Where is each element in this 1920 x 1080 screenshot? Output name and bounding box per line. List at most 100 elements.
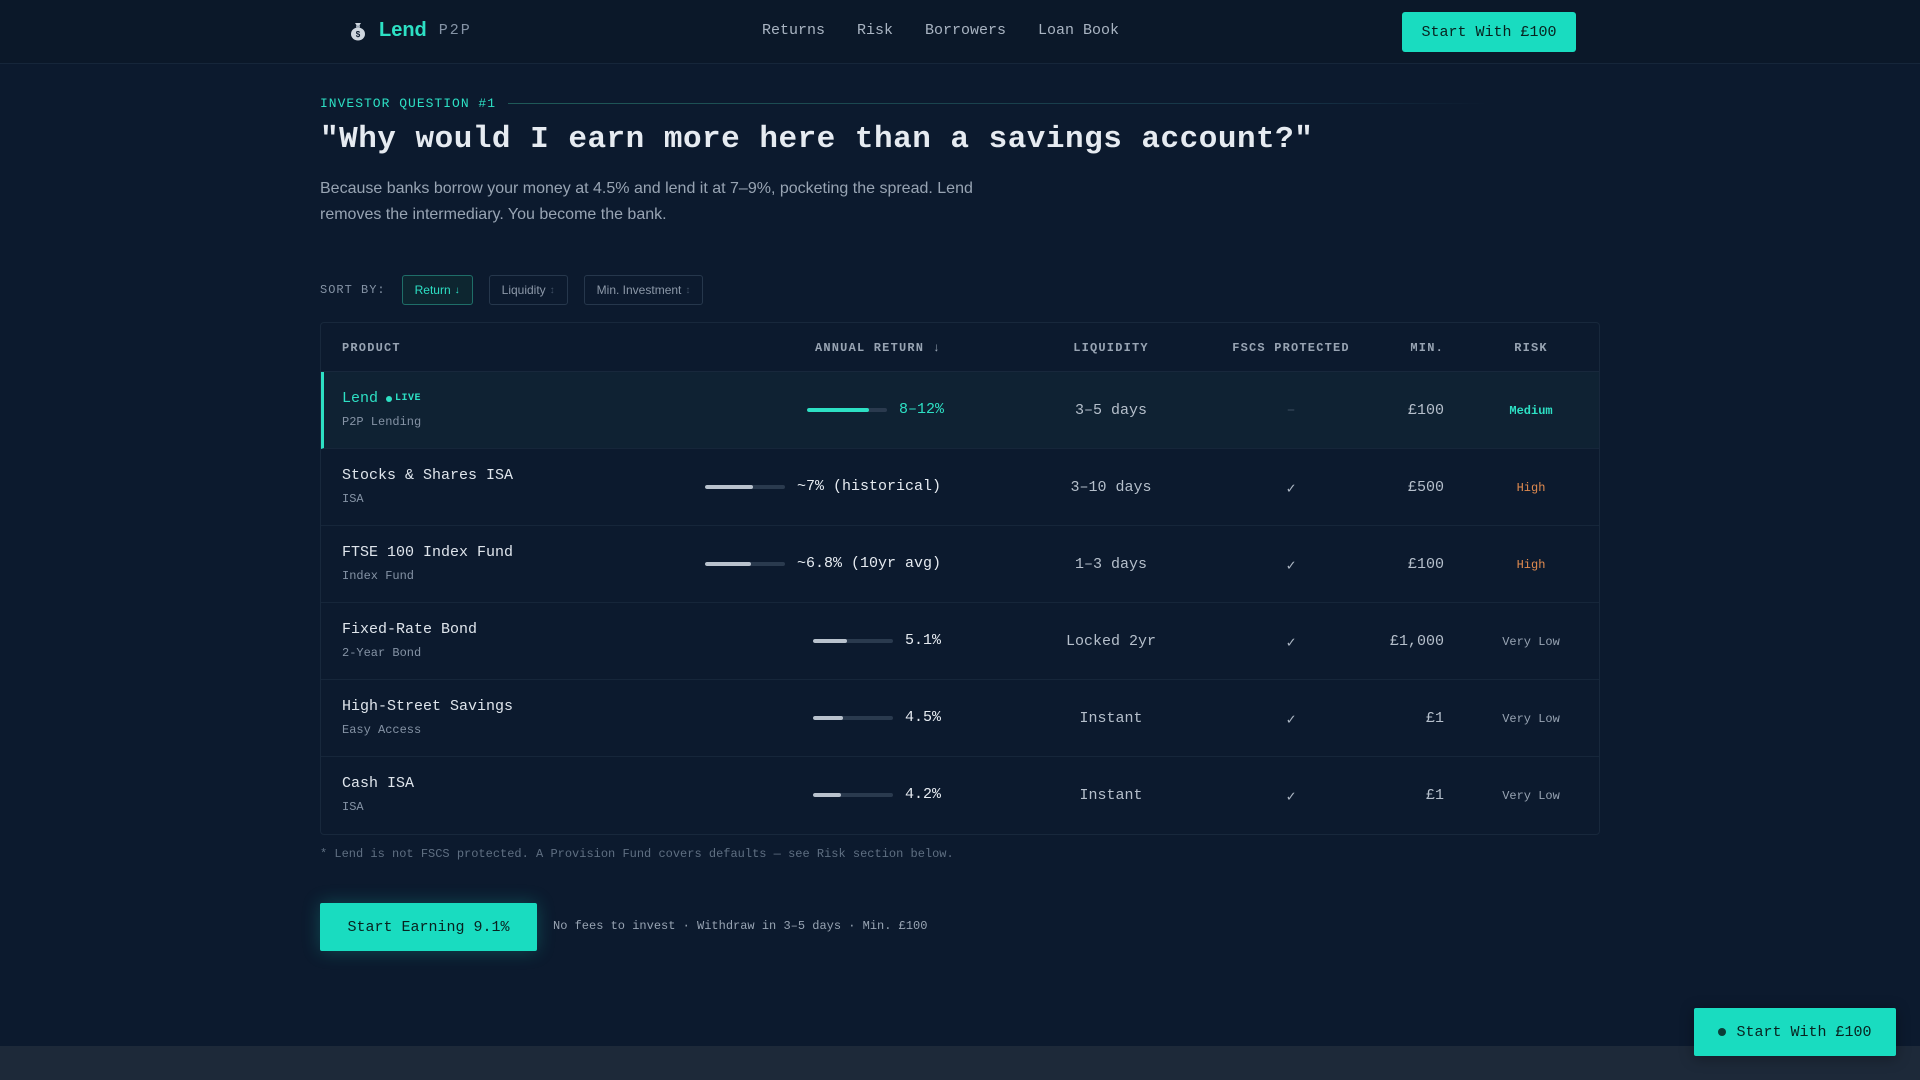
return-cell: 5.1% xyxy=(812,632,941,649)
min-value: £100 xyxy=(1407,556,1444,573)
return-bar-fill xyxy=(704,484,753,489)
live-dot-icon xyxy=(386,395,393,402)
eyebrow-divider xyxy=(508,103,1490,104)
product-name: FTSE 100 Index Fund xyxy=(342,544,514,561)
return-bar xyxy=(704,561,785,566)
product-category: Easy Access xyxy=(342,723,422,737)
fscs-check-icon: ✓ xyxy=(1286,789,1296,806)
return-bar xyxy=(812,638,893,643)
page-bottom-band xyxy=(0,1046,1920,1080)
product-category: Index Fund xyxy=(342,569,415,583)
nav-links: Returns Risk Borrowers Loan Book xyxy=(762,22,1119,39)
product-name: High-Street Savings xyxy=(342,698,514,715)
nav-link-returns[interactable]: Returns xyxy=(762,22,825,39)
brand-name: Lend xyxy=(379,19,427,41)
hero-subcopy: Because banks borrow your money at 4.5% … xyxy=(320,180,973,223)
min-value: £1 xyxy=(1425,710,1444,727)
return-value: ~7% (historical) xyxy=(796,478,941,495)
fscs-check-icon: ✓ xyxy=(1286,635,1296,652)
return-bar-fill xyxy=(812,792,841,797)
product-category: 2-Year Bond xyxy=(342,646,422,660)
nav-link-risk[interactable]: Risk xyxy=(857,22,893,39)
fscs-check-icon: ✓ xyxy=(1286,481,1296,498)
return-cell: 4.5% xyxy=(812,709,941,726)
table-row[interactable]: FTSE 100 Index Fund Index Fund ~6.8% (10… xyxy=(321,526,1599,603)
return-cell: 8–12% xyxy=(806,401,944,418)
return-bar xyxy=(812,715,893,720)
product-name: Cash ISA xyxy=(342,775,415,792)
fscs-value: – xyxy=(1286,402,1296,419)
fscs-check-icon: ✓ xyxy=(1286,712,1296,729)
return-cell: 4.2% xyxy=(812,786,941,803)
sort-chip-return[interactable]: Return ↓ xyxy=(401,275,473,305)
risk-value: Medium xyxy=(1509,404,1553,418)
return-bar-fill xyxy=(812,638,848,643)
sort-chip-min-investment[interactable]: Min. Investment ↕ xyxy=(583,275,704,305)
sort-updown-icon: ↕ xyxy=(549,284,555,296)
product-name-text: Lend xyxy=(342,390,379,407)
liquidity-value: 3–10 days xyxy=(1070,479,1152,496)
return-bar xyxy=(704,484,785,489)
header-product[interactable]: PRODUCT xyxy=(342,341,401,355)
product-category: ISA xyxy=(342,492,364,506)
floating-start-button[interactable]: Start With £100 xyxy=(1694,1008,1896,1056)
brand-tag: P2P xyxy=(438,22,472,39)
cta-note: No fees to invest · Withdraw in 3–5 days… xyxy=(553,919,928,933)
liquidity-value: Locked 2yr xyxy=(1065,633,1156,650)
brand-logo[interactable]: $ Lend P2P xyxy=(349,19,472,42)
return-value: ~6.8% (10yr avg) xyxy=(796,555,941,572)
return-bar-fill xyxy=(704,561,751,566)
min-value: £500 xyxy=(1407,479,1444,496)
fscs-check-icon: ✓ xyxy=(1286,558,1296,575)
product-category: ISA xyxy=(342,800,364,814)
table-row[interactable]: Fixed-Rate Bond 2-Year Bond 5.1% Locked … xyxy=(321,603,1599,680)
top-nav: $ Lend P2P Returns Risk Borrowers Loan B… xyxy=(0,0,1920,64)
risk-value: Very Low xyxy=(1502,635,1560,649)
eyebrow-label: INVESTOR QUESTION #1 xyxy=(320,96,497,111)
min-value: £1,000 xyxy=(1389,633,1444,650)
nav-link-borrowers[interactable]: Borrowers xyxy=(925,22,1006,39)
product-category: P2P Lending xyxy=(342,415,422,429)
table-row[interactable]: Lend LIVE P2P Lending 8–12% 3–5 days – £… xyxy=(321,372,1599,449)
table-row[interactable]: Cash ISA ISA 4.2% Instant ✓ £1 Very Low xyxy=(321,757,1599,834)
return-value: 4.5% xyxy=(904,709,941,726)
risk-value: High xyxy=(1516,558,1546,572)
fscs-footnote: * Lend is not FSCS protected. A Provisio… xyxy=(320,847,954,861)
product-name: Fixed-Rate Bond xyxy=(342,621,478,638)
table-row[interactable]: Stocks & Shares ISA ISA ~7% (historical)… xyxy=(321,449,1599,526)
sort-down-icon: ↓ xyxy=(454,284,460,296)
nav-link-loan-book[interactable]: Loan Book xyxy=(1038,22,1119,39)
min-value: £100 xyxy=(1407,402,1444,419)
header-risk: RISK xyxy=(1514,341,1548,355)
sort-updown-icon: ↕ xyxy=(685,284,691,296)
nav-start-button[interactable]: Start With £100 xyxy=(1402,12,1576,52)
sort-bar: SORT BY: Return ↓ Liquidity ↕ Min. Inves… xyxy=(320,275,719,305)
start-earning-button[interactable]: Start Earning 9.1% xyxy=(320,903,537,951)
sort-chip-label: Liquidity xyxy=(501,283,546,297)
liquidity-value: Instant xyxy=(1079,787,1143,804)
sort-chip-label: Min. Investment xyxy=(596,283,682,297)
return-bar xyxy=(806,407,887,412)
header-liquidity[interactable]: LIQUIDITY xyxy=(1031,341,1191,355)
risk-value: Very Low xyxy=(1502,789,1560,803)
return-bar-fill xyxy=(812,715,844,720)
product-name: Lend LIVE xyxy=(342,390,421,407)
header-min[interactable]: MIN. xyxy=(1410,341,1444,355)
status-dot-icon xyxy=(1718,1028,1727,1036)
money-bag-icon: $ xyxy=(351,22,365,40)
liquidity-value: Instant xyxy=(1079,710,1143,727)
sort-label: SORT BY: xyxy=(320,283,386,297)
return-value: 4.2% xyxy=(904,786,941,803)
sort-chip-liquidity[interactable]: Liquidity ↕ xyxy=(488,275,568,305)
liquidity-value: 3–5 days xyxy=(1074,402,1147,419)
return-bar xyxy=(812,792,893,797)
risk-value: Very Low xyxy=(1502,712,1560,726)
return-cell: ~7% (historical) xyxy=(704,478,941,495)
header-annual-return[interactable]: ANNUAL RETURN ↓ xyxy=(815,341,941,355)
table-row[interactable]: High-Street Savings Easy Access 4.5% Ins… xyxy=(321,680,1599,757)
return-value: 5.1% xyxy=(904,632,941,649)
live-badge: LIVE xyxy=(386,393,421,404)
min-value: £1 xyxy=(1425,787,1444,804)
return-value: 8–12% xyxy=(898,401,944,418)
product-name: Stocks & Shares ISA xyxy=(342,467,514,484)
